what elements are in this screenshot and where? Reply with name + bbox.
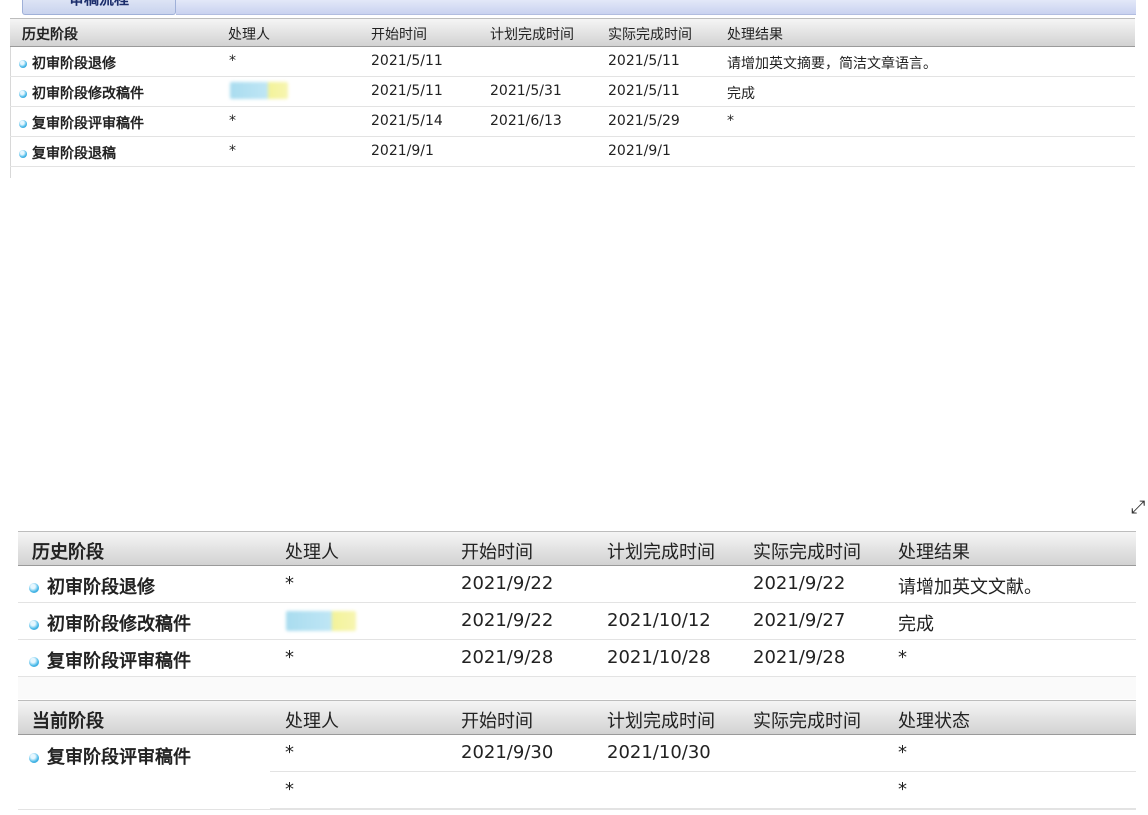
handler: * bbox=[229, 113, 236, 129]
current-stage-name: 复审阶段评审稿件 bbox=[47, 747, 191, 768]
start-time: 2021/5/14 bbox=[371, 113, 443, 129]
stage-name: 初审阶段退修 bbox=[32, 56, 116, 72]
table-row: 复审阶段评审稿件 * 2021/5/14 2021/6/13 2021/5/29… bbox=[10, 107, 1135, 137]
start-time: 2021/9/22 bbox=[461, 573, 554, 594]
bullet-circle-icon bbox=[19, 120, 27, 128]
table-row: 复审阶段评审稿件 * 2021/9/28 2021/10/28 2021/9/2… bbox=[18, 640, 1136, 677]
start-time: 2021/9/28 bbox=[461, 647, 554, 668]
bullet-circle-icon bbox=[29, 620, 39, 630]
col-handler: 处理人 bbox=[228, 27, 270, 43]
handler: * bbox=[285, 742, 294, 763]
tab-bar bbox=[176, 0, 1136, 15]
tab-label: 审稿流程 bbox=[69, 0, 129, 8]
section-spacer bbox=[18, 677, 1136, 699]
handler: * bbox=[285, 647, 294, 668]
col-start-time: 开始时间 bbox=[461, 711, 533, 732]
current-row: * 2021/9/30 2021/10/30 * bbox=[270, 735, 1136, 772]
planned-time: 2021/10/12 bbox=[607, 610, 711, 631]
table-row: 初审阶段修改稿件 2021/9/22 2021/10/12 2021/9/27 … bbox=[18, 603, 1136, 640]
col-result: 处理结果 bbox=[727, 27, 783, 43]
stage-name: 复审阶段退稿 bbox=[32, 146, 116, 162]
col-handler: 处理人 bbox=[285, 711, 339, 732]
col-history-stage: 历史阶段 bbox=[32, 542, 104, 563]
col-actual-time: 实际完成时间 bbox=[753, 542, 861, 563]
table-row: 初审阶段退修 * 2021/9/22 2021/9/22 请增加英文文献。 bbox=[18, 566, 1136, 603]
result: 完成 bbox=[898, 614, 934, 635]
redacted-handler bbox=[230, 82, 288, 99]
current-table-header: 当前阶段 处理人 开始时间 计划完成时间 实际完成时间 处理状态 bbox=[18, 700, 1136, 735]
table-row: 复审阶段退稿 * 2021/9/1 2021/9/1 bbox=[10, 137, 1135, 167]
stage-name: 初审阶段修改稿件 bbox=[47, 614, 191, 635]
bullet-circle-icon bbox=[29, 753, 39, 763]
planned-time: 2021/5/31 bbox=[490, 83, 562, 99]
stage-name: 初审阶段退修 bbox=[47, 577, 155, 598]
bullet-circle-icon bbox=[19, 90, 27, 98]
result: 请增加英文文献。 bbox=[898, 577, 1042, 598]
handler: * bbox=[285, 573, 294, 594]
resize-diagonal-icon[interactable]: ⤢ bbox=[1131, 497, 1145, 518]
handler: * bbox=[229, 143, 236, 159]
actual-time: 2021/9/22 bbox=[753, 573, 846, 594]
actual-time: 2021/9/27 bbox=[753, 610, 846, 631]
table-header: 历史阶段 处理人 开始时间 计划完成时间 实际完成时间 处理结果 bbox=[10, 18, 1135, 47]
col-actual-time: 实际完成时间 bbox=[608, 27, 692, 43]
start-time: 2021/9/22 bbox=[461, 610, 554, 631]
planned-time: 2021/10/30 bbox=[607, 742, 711, 763]
start-time: 2021/5/11 bbox=[371, 53, 443, 69]
bullet-circle-icon bbox=[29, 583, 39, 593]
col-start-time: 开始时间 bbox=[371, 27, 427, 43]
col-result: 处理结果 bbox=[898, 542, 970, 563]
handler: * bbox=[285, 779, 294, 800]
result: * bbox=[727, 113, 734, 129]
col-start-time: 开始时间 bbox=[461, 542, 533, 563]
tab-review-process[interactable]: 审稿流程 bbox=[22, 0, 176, 15]
col-current-stage: 当前阶段 bbox=[32, 711, 104, 732]
stage-name: 复审阶段评审稿件 bbox=[47, 651, 191, 672]
col-planned-time: 计划完成时间 bbox=[490, 27, 574, 43]
current-table-bottom-rule bbox=[18, 809, 1136, 810]
status: * bbox=[898, 742, 907, 763]
table-row: 初审阶段退修 * 2021/5/11 2021/5/11 请增加英文摘要，简洁文… bbox=[10, 47, 1135, 77]
start-time: 2021/9/1 bbox=[371, 143, 434, 159]
planned-time: 2021/10/28 bbox=[607, 647, 711, 668]
start-time: 2021/5/11 bbox=[371, 83, 443, 99]
table-row: 初审阶段修改稿件 2021/5/11 2021/5/31 2021/5/11 完… bbox=[10, 77, 1135, 107]
actual-time: 2021/5/11 bbox=[608, 53, 680, 69]
bullet-circle-icon bbox=[19, 60, 27, 68]
result: 请增加英文摘要，简洁文章语言。 bbox=[727, 56, 937, 72]
result: 完成 bbox=[727, 86, 755, 102]
col-planned-time: 计划完成时间 bbox=[607, 711, 715, 732]
current-row: * * bbox=[270, 772, 1136, 809]
start-time: 2021/9/30 bbox=[461, 742, 554, 763]
col-status: 处理状态 bbox=[898, 711, 970, 732]
col-history-stage: 历史阶段 bbox=[22, 27, 78, 43]
actual-time: 2021/5/29 bbox=[608, 113, 680, 129]
actual-time: 2021/9/1 bbox=[608, 143, 671, 159]
stage-name: 初审阶段修改稿件 bbox=[32, 86, 144, 102]
bullet-circle-icon bbox=[29, 657, 39, 667]
result: * bbox=[898, 647, 907, 668]
bottom-process-table: 历史阶段 处理人 开始时间 计划完成时间 实际完成时间 处理结果 初审阶段退修 … bbox=[18, 531, 1136, 815]
status: * bbox=[898, 779, 907, 800]
table-header: 历史阶段 处理人 开始时间 计划完成时间 实际完成时间 处理结果 bbox=[18, 531, 1136, 566]
planned-time: 2021/6/13 bbox=[490, 113, 562, 129]
actual-time: 2021/9/28 bbox=[753, 647, 846, 668]
bullet-circle-icon bbox=[19, 150, 27, 158]
stage-name: 复审阶段评审稿件 bbox=[32, 116, 144, 132]
actual-time: 2021/5/11 bbox=[608, 83, 680, 99]
col-actual-time: 实际完成时间 bbox=[753, 711, 861, 732]
redacted-handler bbox=[286, 611, 356, 631]
top-history-table: 历史阶段 处理人 开始时间 计划完成时间 实际完成时间 处理结果 初审阶段退修 … bbox=[10, 18, 1135, 178]
col-handler: 处理人 bbox=[285, 542, 339, 563]
col-planned-time: 计划完成时间 bbox=[607, 542, 715, 563]
handler: * bbox=[229, 53, 236, 69]
